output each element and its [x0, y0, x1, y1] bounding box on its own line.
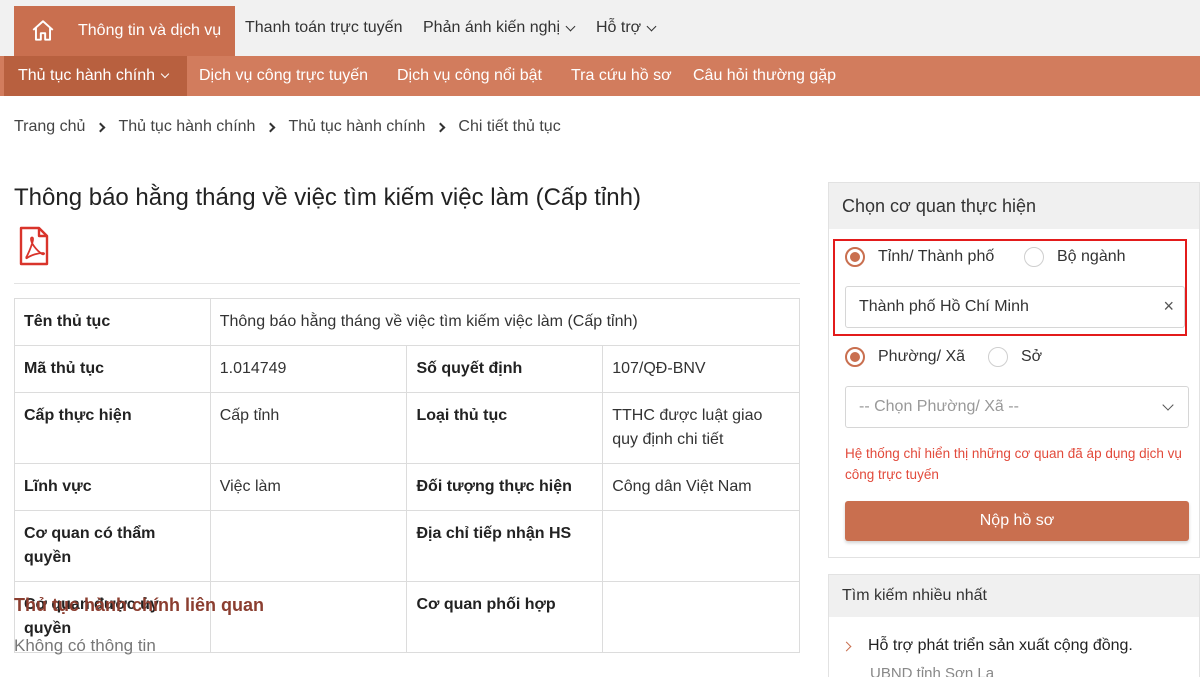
pdf-icon[interactable] [18, 226, 50, 266]
label-doi-tuong: Đối tượng thực hiện [406, 463, 604, 511]
most-searched-item-agency: UBND tỉnh Sơn La [870, 665, 995, 677]
breadcrumb-item[interactable]: Trang chủ [14, 118, 85, 136]
chevron-down-icon [565, 21, 576, 31]
radio-checked-icon [845, 247, 865, 267]
label-ma-thu-tuc: Mã thủ tục [14, 345, 211, 393]
breadcrumb-current: Chi tiết thủ tục [458, 118, 561, 135]
most-searched-item[interactable]: Hỗ trợ phát triển sản xuất cộng đồng. [841, 637, 1133, 655]
breadcrumb: Trang chủ Thủ tục hành chính Thủ tục hàn… [14, 118, 561, 136]
nav-item-thanh-toan[interactable]: Thanh toán trực tuyến [245, 0, 402, 56]
radio-bo-nganh[interactable]: Bộ ngành [1024, 247, 1126, 267]
radio-unchecked-icon [988, 347, 1008, 367]
value-doi-tuong: Công dân Việt Nam [602, 463, 800, 511]
subnav-item-thu-tuc[interactable]: Thủ tục hành chính [18, 56, 170, 96]
panel-title: Chọn cơ quan thực hiện [829, 183, 1199, 229]
label-loai-thu-tuc: Loại thủ tục [406, 392, 604, 464]
notice-text: Hệ thống chỉ hiển thị những cơ quan đã á… [845, 446, 1182, 482]
subnav-item-label: Dịch vụ công trực tuyến [199, 67, 369, 84]
subnav-item-noi-bat[interactable]: Dịch vụ công nổi bật [397, 56, 542, 96]
nav-item-label: Thanh toán trực tuyến [245, 19, 403, 36]
table-row: Lĩnh vực Việc làm Đối tượng thực hiện Cô… [14, 463, 800, 511]
chevron-right-icon [265, 122, 276, 132]
subnav-item-label: Câu hỏi thường gặp [693, 67, 837, 84]
divider [14, 283, 800, 284]
label-dia-chi-tiep-nhan: Địa chỉ tiếp nhận HS [406, 510, 604, 582]
most-searched-panel: Tìm kiếm nhiều nhất Hỗ trợ phát triển sả… [828, 574, 1200, 677]
value-co-quan-uy-quyen [209, 581, 408, 653]
table-row: Mã thủ tục 1.014749 Số quyết định 107/QĐ… [14, 345, 800, 393]
subnav-item-tra-cuu[interactable]: Tra cứu hồ sơ [571, 56, 672, 96]
breadcrumb-item[interactable]: Thủ tục hành chính [288, 118, 425, 136]
related-procedures-empty: Không có thông tin [14, 636, 156, 655]
table-row: Cơ quan có thẩm quyền Địa chỉ tiếp nhận … [14, 510, 800, 582]
label-co-quan-phoi-hop: Cơ quan phối hợp [406, 581, 604, 653]
label-so-quyet-dinh: Số quyết định [406, 345, 604, 393]
value-cap-thuc-hien: Cấp tỉnh [209, 392, 408, 464]
breadcrumb-item[interactable]: Thủ tục hành chính [118, 118, 255, 136]
value-ma-thu-tuc: 1.014749 [209, 345, 408, 393]
most-searched-title: Tìm kiếm nhiều nhất [829, 575, 1199, 617]
most-searched-item-label: Hỗ trợ phát triển sản xuất cộng đồng. [868, 637, 1133, 654]
radio-phuong-xa[interactable]: Phường/ Xã [845, 347, 965, 367]
label-cap-thuc-hien: Cấp thực hiện [14, 392, 211, 464]
close-icon[interactable]: × [1163, 296, 1174, 317]
ward-select[interactable]: -- Chọn Phường/ Xã -- [845, 386, 1189, 428]
nav-tab-label: Thông tin và dịch vụ [78, 22, 222, 39]
subnav-item-label: Tra cứu hồ sơ [571, 67, 672, 84]
value-loai-thu-tuc: TTHC được luật giao quy định chi tiết [602, 392, 800, 464]
radio-label: Phường/ Xã [878, 348, 966, 365]
top-navigation: Thông tin và dịch vụ Thanh toán trực tuy… [0, 0, 1200, 56]
chevron-down-icon [1162, 399, 1174, 411]
value-dia-chi-tiep-nhan [602, 510, 800, 582]
chevron-down-icon [646, 21, 657, 31]
subnav-item-cau-hoi[interactable]: Câu hỏi thường gặp [693, 56, 836, 96]
label-ten-thu-tuc: Tên thủ tục [14, 298, 211, 346]
value-linh-vuc: Việc làm [209, 463, 408, 511]
table-row: Tên thủ tục Thông báo hằng tháng về việc… [14, 298, 801, 346]
nav-item-phan-anh[interactable]: Phản ánh kiến nghị [423, 0, 576, 56]
city-select[interactable]: Thành phố Hồ Chí Minh × [845, 286, 1185, 328]
radio-label: Sở [1021, 348, 1043, 365]
radio-so[interactable]: Sở [988, 347, 1042, 367]
home-icon [32, 20, 54, 41]
nav-tab-thong-tin[interactable]: Thông tin và dịch vụ [14, 6, 235, 56]
label-co-quan-tham-quyen: Cơ quan có thẩm quyền [14, 510, 211, 582]
related-procedures-title: Thủ tục hành chính liên quan [14, 595, 264, 615]
table-row: Cấp thực hiện Cấp tỉnh Loại thủ tục TTHC… [14, 392, 800, 464]
nav-item-label: Hỗ trợ [596, 19, 642, 36]
subnav-item-label: Thủ tục hành chính [18, 67, 155, 84]
value-co-quan-phoi-hop [602, 581, 800, 653]
value-ten-thu-tuc: Thông báo hằng tháng về việc tìm kiếm vi… [209, 298, 801, 346]
chevron-right-icon [96, 122, 106, 132]
agency-select-panel: Chọn cơ quan thực hiện Tỉnh/ Thành phố B… [828, 182, 1200, 558]
radio-unchecked-icon [1024, 247, 1044, 267]
subnav-item-dich-vu-truc-tuyen[interactable]: Dịch vụ công trực tuyến [199, 56, 368, 96]
label-linh-vuc: Lĩnh vực [14, 463, 211, 511]
radio-label: Bộ ngành [1057, 248, 1126, 265]
ward-select-placeholder: -- Chọn Phường/ Xã -- [859, 398, 1019, 415]
radio-tinh-thanh-pho[interactable]: Tỉnh/ Thành phố [845, 247, 994, 267]
city-select-value: Thành phố Hồ Chí Minh [859, 298, 1029, 315]
radio-label: Tỉnh/ Thành phố [878, 248, 995, 265]
chevron-down-icon [160, 69, 170, 79]
subnav-item-label: Dịch vụ công nổi bật [397, 67, 542, 84]
radio-checked-icon [845, 347, 865, 367]
nav-item-ho-tro[interactable]: Hỗ trợ [596, 0, 657, 56]
nav-item-label: Phản ánh kiến nghị [423, 19, 560, 36]
submit-button[interactable]: Nộp hồ sơ [845, 501, 1189, 541]
value-co-quan-tham-quyen [209, 510, 408, 582]
chevron-right-icon [435, 122, 446, 132]
value-so-quyet-dinh: 107/QĐ-BNV [602, 345, 800, 393]
page-title: Thông báo hằng tháng về việc tìm kiếm vi… [14, 184, 641, 211]
sub-navigation: Thủ tục hành chính Dịch vụ công trực tuy… [0, 56, 1200, 96]
chevron-right-icon [841, 641, 852, 651]
